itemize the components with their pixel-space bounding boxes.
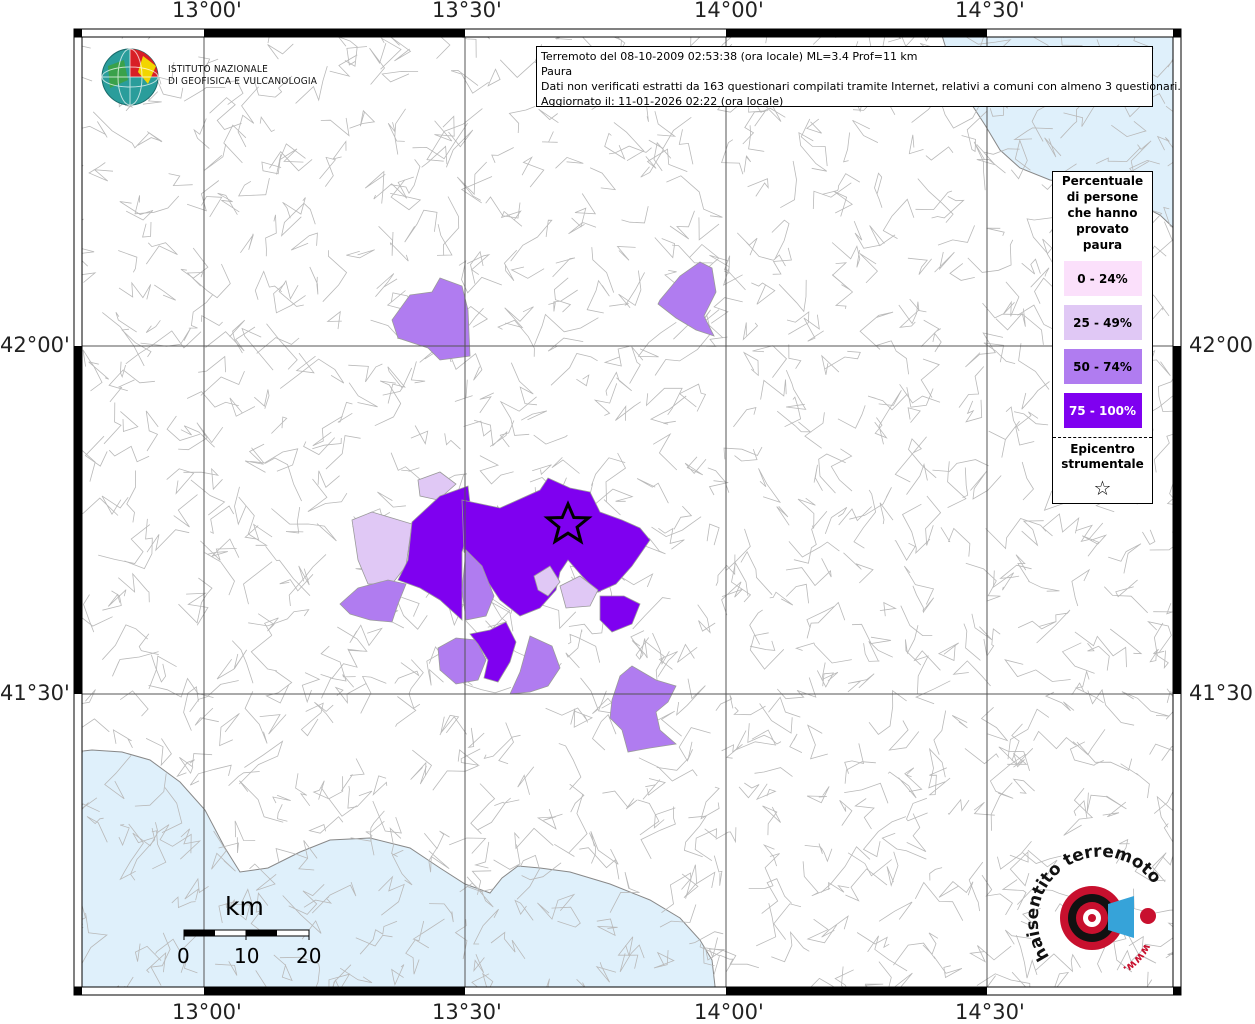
municipal-border-segment (776, 1006, 814, 1024)
ingv-logo-globe (101, 48, 159, 106)
info-updated: Aggiornato il: 11-01-2026 02:22 (ora loc… (541, 95, 784, 108)
legend-epicenter-star-icon: ☆ (1093, 476, 1112, 500)
scale-tick-0: 0 (177, 944, 190, 968)
top-lon-label-3: 14°00' (694, 0, 764, 22)
intensity-map: haisentito terremoto.it www. (0, 0, 1250, 1024)
municipal-border-segment (1180, 459, 1181, 461)
legend-item-25-49: 25 - 49% (1063, 305, 1142, 340)
municipal-border-segment (1195, 780, 1216, 816)
municipal-border-segment (288, 993, 297, 995)
legend-epicenter-label: Epicentro strumentale (1061, 442, 1144, 471)
municipal-border-segment (608, 1007, 637, 1024)
municipal-border-segment (1192, 642, 1226, 671)
municipal-border-segment (567, 1001, 574, 1022)
legend-separator (1053, 437, 1152, 438)
municipal-border-segment (558, 1004, 601, 1024)
legend-title: Percentuale di persone che hanno provato… (1061, 174, 1144, 252)
ingv-logo-text: ISTITUTO NAZIONALE DI GEOFISICA E VULCAN… (168, 64, 317, 88)
left-lat-label-1: 42°00' (0, 333, 70, 357)
municipal-border-segment (1184, 538, 1250, 556)
top-lon-label-4: 14°30' (955, 0, 1025, 22)
bottom-lon-label-2: 13°30' (432, 1000, 502, 1024)
info-event-line: Terremoto del 08-10-2009 02:53:38 (ora l… (541, 50, 918, 63)
logo-line-1: ISTITUTO NAZIONALE (168, 64, 268, 75)
legend-item-50-74: 50 - 74% (1063, 349, 1142, 384)
municipal-border-segment (242, 1004, 286, 1012)
municipal-border-segment (149, 995, 168, 1023)
top-lon-label-1: 13°00' (172, 0, 242, 22)
logo-line-2: DI GEOFISICA E VULCANOLOGIA (168, 76, 318, 87)
left-lat-label-2: 41°30' (0, 681, 70, 705)
event-info-box: Terremoto del 08-10-2009 02:53:38 (ora l… (536, 46, 1181, 108)
municipal-border-segment (369, 1009, 401, 1014)
scale-tick-10: 10 (234, 944, 260, 968)
bottom-lon-label-1: 13°00' (172, 1000, 242, 1024)
info-data-note: Dati non verificati estratti da 163 ques… (541, 80, 1181, 93)
municipal-border-segment (1190, 299, 1223, 311)
scale-tick-20: 20 (296, 944, 322, 968)
municipal-border-segment (1178, 981, 1181, 986)
right-lat-label-2: 41°30' (1189, 681, 1255, 705)
bottom-lon-label-4: 14°30' (955, 1000, 1025, 1024)
legend-item-0-24: 0 - 24% (1063, 261, 1142, 296)
legend: Percentuale di persone che hanno provato… (1052, 171, 1153, 504)
scale-unit: km (225, 892, 264, 921)
bottom-lon-label-3: 14°00' (694, 1000, 764, 1024)
info-parameter-line: Paura (541, 65, 573, 78)
municipal-border-segment (833, 1006, 863, 1024)
municipal-border-segment (1180, 389, 1181, 391)
municipal-border-segment (672, 991, 684, 995)
municipal-border-segment (1061, 1001, 1078, 1021)
top-lon-label-2: 13°30' (432, 0, 502, 22)
legend-item-75-100: 75 - 100% (1063, 393, 1142, 428)
right-lat-label-1: 42°00' (1189, 333, 1255, 357)
